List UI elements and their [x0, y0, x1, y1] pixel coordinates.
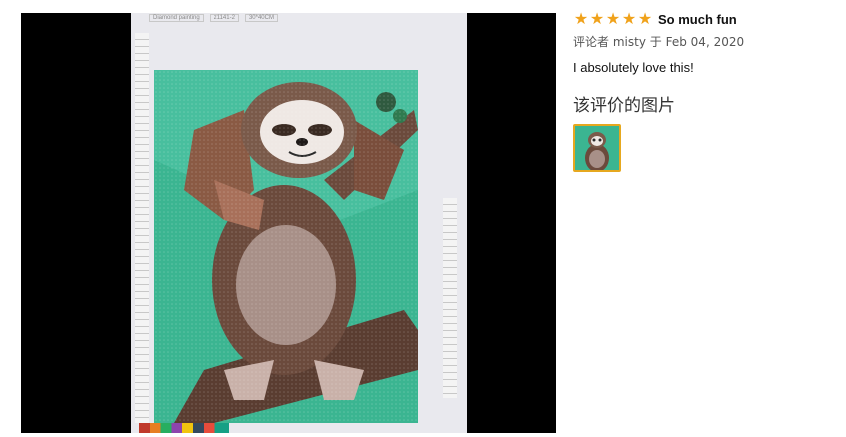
diamond-painting-canvas: [154, 70, 418, 423]
review-body: I absolutely love this!: [573, 60, 694, 75]
star-icon: ★: [589, 9, 605, 28]
review-image-thumbnail[interactable]: [573, 124, 621, 172]
color-legend-left: [135, 33, 149, 423]
color-swatches: [139, 423, 229, 433]
reviewer-prefix: 评论者: [573, 35, 610, 49]
photo-header-brand: Diamond painting: [149, 14, 204, 22]
star-rating[interactable]: ★ ★ ★ ★ ★: [573, 11, 653, 27]
review-images-heading: 该评价的图片: [573, 96, 675, 116]
review-title: So much fun: [658, 11, 737, 27]
photo-header-size: 30*40CM: [244, 14, 278, 22]
review-photo: Diamond painting z1141-2 30*40CM: [131, 13, 467, 433]
review-title-row: ★ ★ ★ ★ ★ So much fun: [573, 9, 833, 29]
star-icon: ★: [605, 9, 621, 28]
review-byline: 评论者 misty 于 Feb 04, 2020: [573, 33, 833, 50]
review-date: Feb 04, 2020: [665, 35, 745, 49]
review-panel: ★ ★ ★ ★ ★ So much fun 评论者 misty 于 Feb 04…: [573, 9, 833, 172]
review-image-viewer-page: Diamond painting z1141-2 30*40CM ★ ★ ★ ★…: [0, 0, 846, 437]
photo-header: Diamond painting z1141-2 30*40CM: [149, 13, 455, 23]
image-viewer: Diamond painting z1141-2 30*40CM: [21, 13, 556, 433]
thumbnail-sloth-image: [575, 126, 619, 170]
star-icon: ★: [637, 9, 653, 28]
color-legend-right: [443, 198, 457, 398]
photo-header-code: z1141-2: [209, 14, 239, 22]
star-icon: ★: [573, 9, 589, 28]
star-icon: ★: [621, 9, 637, 28]
date-prefix: 于: [649, 35, 662, 49]
reviewer-name[interactable]: misty: [613, 35, 646, 49]
sloth-illustration: [154, 70, 418, 423]
